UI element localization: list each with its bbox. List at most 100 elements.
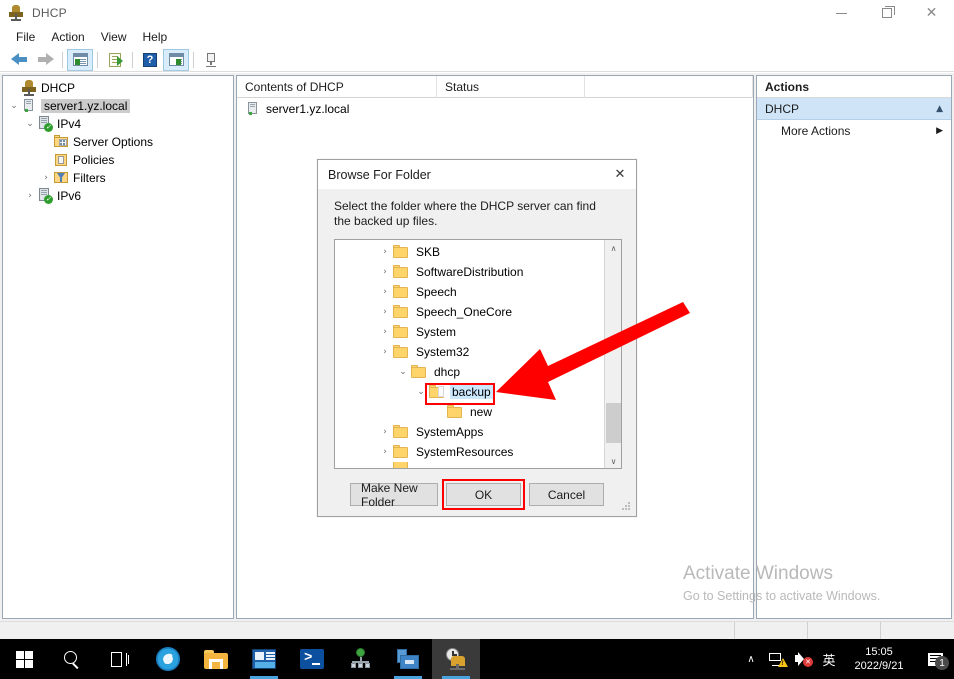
task-view-button[interactable] [96,639,144,679]
tray-overflow-icon[interactable]: ∧ [738,639,764,679]
server-icon [21,98,37,114]
actions-pane-header: Actions [757,76,951,98]
show-action-pane-icon[interactable] [163,48,189,71]
dhcp-taskbar-button[interactable] [432,639,480,679]
chevron-right-icon[interactable]: › [377,267,393,277]
task-view-icon [111,651,129,667]
menu-file[interactable]: File [8,28,43,46]
policies-icon [53,152,69,168]
tree-node-dhcp[interactable]: › DHCP [3,79,233,97]
tree-node-server-options[interactable]: › Server Options [3,133,233,151]
chevron-right-icon[interactable]: › [39,170,53,186]
toolbar-separator [193,51,194,68]
folder-row-systemresources[interactable]: › SystemResources [335,442,601,462]
export-list-icon[interactable] [102,49,128,71]
actions-group-dhcp[interactable]: DHCP ▲ [757,98,951,120]
file-explorer-icon [204,649,228,669]
taskbar: ∧ ! ✕ 英 15:05 2022/9/21 1 [0,639,954,679]
dialog-close-icon[interactable]: ✕ [604,160,636,189]
powershell-button[interactable] [288,639,336,679]
show-tree-icon[interactable] [67,48,93,71]
refresh-server-icon[interactable] [198,49,224,71]
server-manager-button[interactable] [384,639,432,679]
folder-row-softwaredistribution[interactable]: › SoftwareDistribution [335,262,601,282]
console-tree-pane: › DHCP ⌄ server1.yz.local ⌄ ✓ [2,75,234,619]
resize-grip[interactable] [621,502,631,512]
chevron-right-icon[interactable]: › [377,427,393,437]
file-explorer-button[interactable] [192,639,240,679]
action-more-actions[interactable]: More Actions ▶ [757,120,951,142]
action-label: More Actions [781,124,851,138]
chevron-down-icon[interactable]: ⌄ [23,116,37,132]
powershell-icon [300,649,324,669]
cancel-button[interactable]: Cancel [529,483,604,506]
internet-explorer-icon [156,644,180,671]
folder-row-new[interactable]: new [335,402,601,422]
folder-row-dhcp[interactable]: ⌄ dhcp [335,362,601,382]
tree-node-server1[interactable]: ⌄ server1.yz.local [3,97,233,115]
maximize-button[interactable] [864,0,909,26]
windows-logo-icon [15,650,33,668]
forward-arrow-icon[interactable] [32,49,58,71]
tree-node-ipv4[interactable]: ⌄ ✓ IPv4 [3,115,233,133]
notification-center-button[interactable]: 1 [916,639,954,679]
tree-node-filters[interactable]: › Filters [3,169,233,187]
search-button[interactable] [48,639,96,679]
start-button[interactable] [0,639,48,679]
ime-language-icon[interactable]: 英 [816,639,842,679]
network-warning-icon[interactable]: ! [764,639,790,679]
chevron-right-icon[interactable]: › [377,347,393,357]
column-header-extra[interactable] [585,76,753,98]
chevron-right-icon[interactable]: › [377,327,393,337]
chevron-right-icon[interactable]: › [377,287,393,297]
chevron-up-icon[interactable]: ▲ [936,104,943,114]
internet-explorer-button[interactable] [144,639,192,679]
folder-row-partial[interactable] [335,462,601,468]
scrollbar-thumb[interactable] [606,403,621,443]
back-arrow-icon[interactable] [6,49,32,71]
folder-icon [393,445,410,459]
folder-icon [393,305,410,319]
server-manager-tile-button[interactable] [240,639,288,679]
chevron-right-icon[interactable]: › [377,247,393,257]
tree-node-policies[interactable]: › Policies [3,151,233,169]
make-new-folder-button[interactable]: Make New Folder [350,481,438,509]
folder-row-speech-onecore[interactable]: › Speech_OneCore [335,302,601,322]
chevron-right-icon[interactable]: › [377,307,393,317]
server-manager-icon [396,648,420,670]
column-header-status[interactable]: Status [437,76,585,98]
minimize-button[interactable] [819,0,864,26]
menu-action[interactable]: Action [43,28,92,46]
browse-for-folder-dialog: Browse For Folder ✕ Select the folder wh… [317,159,637,517]
folder-icon [393,462,410,468]
search-icon [64,651,80,667]
list-row-server1[interactable]: server1.yz.local [237,98,753,120]
scroll-down-icon[interactable]: ∨ [605,453,621,468]
column-header-contents[interactable]: Contents of DHCP [237,76,437,98]
volume-muted-icon[interactable]: ✕ [790,639,816,679]
folder-row-system32[interactable]: › System32 [335,342,601,362]
chevron-right-icon[interactable]: › [23,188,37,204]
folder-row-system[interactable]: › System [335,322,601,342]
menu-help[interactable]: Help [135,28,176,46]
folder-label: SystemApps [416,425,484,439]
folder-tree-scrollbar[interactable]: ∧ ∨ [604,240,621,468]
network-tool-button[interactable] [336,639,384,679]
folder-row-systemapps[interactable]: › SystemApps [335,422,601,442]
status-bar [0,621,954,640]
folder-row-speech[interactable]: › Speech [335,282,601,302]
filters-icon [53,170,69,186]
close-button[interactable]: ✕ [909,0,954,26]
menu-view[interactable]: View [93,28,135,46]
chevron-down-icon[interactable]: ⌄ [7,98,21,114]
chevron-right-icon[interactable]: › [377,447,393,457]
tree-node-ipv6[interactable]: › ✓ IPv6 [3,187,233,205]
clock[interactable]: 15:05 2022/9/21 [842,645,916,673]
help-icon[interactable]: ? [137,49,163,71]
scroll-up-icon[interactable]: ∧ [605,240,621,257]
folder-label: dhcp [434,365,461,379]
chevron-down-icon[interactable]: ⌄ [395,367,411,377]
clock-date: 2022/9/21 [854,660,904,672]
folder-row-skb[interactable]: › SKB [335,242,601,262]
tree-node-label: DHCP [41,81,76,95]
